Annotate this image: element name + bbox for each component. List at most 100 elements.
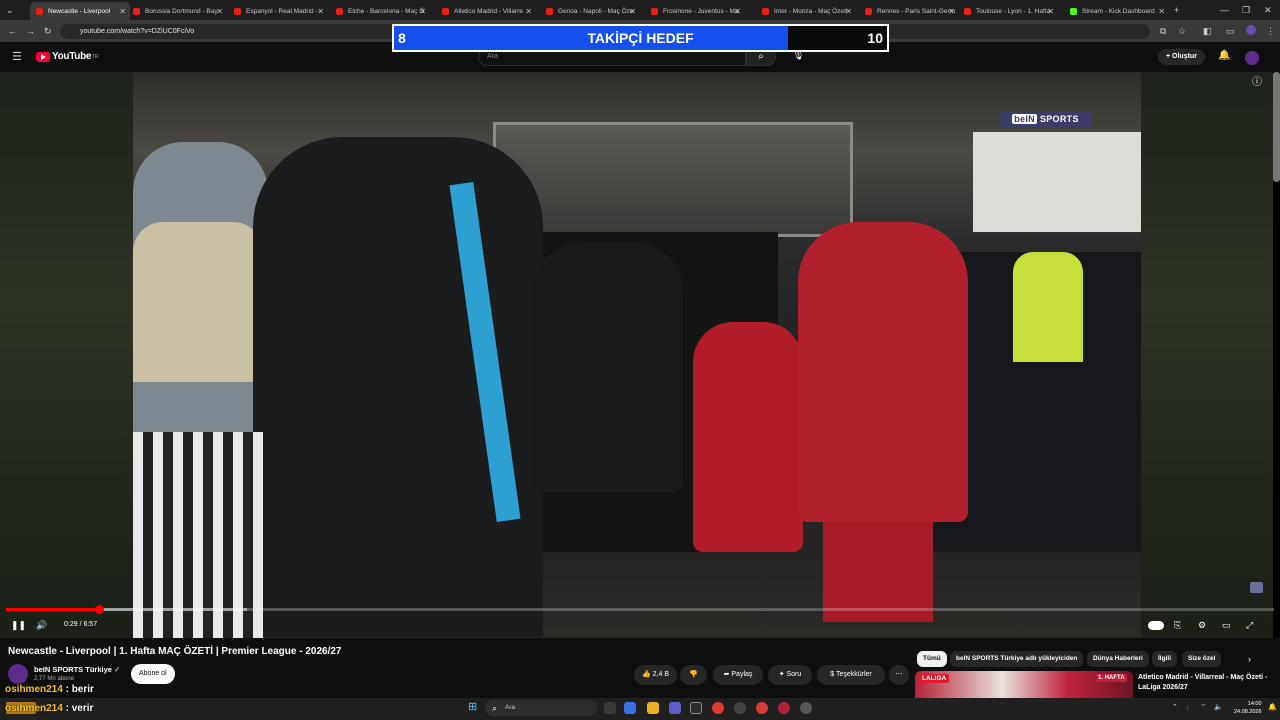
taskbar-clock[interactable]: 14:00 24.08.2026 <box>1234 700 1262 716</box>
close-tab-icon[interactable]: ✕ <box>845 7 852 16</box>
subscribe-button[interactable]: Abone ol <box>131 664 175 684</box>
microphone-icon[interactable]: 🎙 <box>792 51 805 61</box>
close-tab-icon[interactable]: ✕ <box>629 7 636 16</box>
reload-icon[interactable]: ↻ <box>44 26 52 36</box>
create-button[interactable]: + Oluştur <box>1158 49 1205 65</box>
browser-tab[interactable]: Stream - Kick Dashboard ✕ <box>1064 2 1169 20</box>
thumbs-down-icon: 👎 <box>689 671 698 678</box>
more-actions-button[interactable]: ⋯ <box>889 665 909 685</box>
close-tab-icon[interactable]: ✕ <box>419 7 426 16</box>
volume-icon[interactable]: 🔊 <box>36 619 47 631</box>
close-tab-icon[interactable]: ✕ <box>317 7 324 16</box>
app-red-icon[interactable] <box>778 702 790 714</box>
taskbar-search[interactable]: Ara <box>485 700 597 716</box>
bookmark-star-icon[interactable]: ☆ <box>1178 26 1186 36</box>
store-icon[interactable] <box>669 702 681 714</box>
close-window-button[interactable]: ✕ <box>1264 5 1272 15</box>
week-badge: 1. HAFTA <box>1096 674 1127 682</box>
steward <box>133 222 263 382</box>
youtube-logo[interactable]: YouTube TR <box>36 51 99 62</box>
autoplay-toggle[interactable] <box>1148 621 1164 630</box>
pause-icon[interactable]: ❚❚ <box>11 619 26 631</box>
fullscreen-icon[interactable]: ⤢ <box>1246 619 1253 631</box>
like-button[interactable]: 👍 2,4 B <box>634 665 677 685</box>
obs-icon[interactable] <box>690 702 702 714</box>
chip-all[interactable]: Tümü <box>917 651 947 667</box>
sparkle-icon: ✦ <box>778 671 787 678</box>
close-tab-icon[interactable]: ✕ <box>525 7 532 16</box>
thanks-button[interactable]: $ Teşekkürler <box>817 665 885 685</box>
file-explorer-icon[interactable] <box>647 702 659 714</box>
video-frame[interactable] <box>133 72 1141 638</box>
browser-tab[interactable]: Elche - Barcelona - Maç Ö ✕ <box>330 2 430 20</box>
browser-tab[interactable]: Borussia Dortmund - Bay ✕ <box>127 2 227 20</box>
speaker-icon[interactable]: 🔈 <box>1214 703 1223 713</box>
notifications-bell-icon[interactable]: 🔔 <box>1218 51 1230 61</box>
close-tab-icon[interactable]: ✕ <box>948 7 955 16</box>
close-tab-icon[interactable]: ✕ <box>1158 7 1165 16</box>
chip-world-news[interactable]: Dünya Haberleri <box>1087 651 1149 667</box>
extensions-icon[interactable]: ◧ <box>1203 26 1212 36</box>
tab-search-icon[interactable]: ⌄ <box>6 5 14 15</box>
close-tab-icon[interactable]: ✕ <box>119 7 126 16</box>
chevron-right-icon[interactable]: › <box>1248 654 1251 664</box>
ask-button[interactable]: ✦ Soru <box>768 665 812 685</box>
system-tray-chevron-icon[interactable]: ⌃ <box>1172 703 1178 713</box>
browser-tab[interactable]: Inter - Monza - Maç Özeti ✕ <box>756 2 856 20</box>
browser-tab[interactable]: Newcastle - Liverpool ✕ <box>30 2 130 20</box>
minimize-button[interactable]: — <box>1220 5 1229 15</box>
chip-for-you[interactable]: Size özel <box>1182 651 1222 667</box>
recommended-title[interactable]: Atletico Madrid - Villarreal - Maç Özeti… <box>1138 673 1273 693</box>
channel-name[interactable]: beIN SPORTS Türkiye ✓ <box>34 665 120 674</box>
video-progress-bar[interactable] <box>6 605 1274 614</box>
profile-avatar[interactable] <box>1246 25 1256 35</box>
download-icon[interactable]: ↓ <box>1186 703 1190 713</box>
network-icon[interactable]: ⌔ <box>1200 703 1207 713</box>
settings-gear-icon[interactable]: ⚙ <box>1198 619 1206 631</box>
windows-taskbar <box>0 698 1280 720</box>
notification-center-icon[interactable]: 🔔 <box>1268 703 1277 713</box>
search-icon: ⌕ <box>758 51 764 62</box>
media-player-icon[interactable] <box>800 702 812 714</box>
tab-label: Rennes - Paris Saint-Germ <box>877 7 956 15</box>
task-view-icon[interactable] <box>604 702 616 714</box>
chip-related[interactable]: İlgili <box>1152 651 1177 667</box>
browser-tab[interactable]: Espanyol - Real Madrid - ✕ <box>228 2 328 20</box>
close-tab-icon[interactable]: ✕ <box>734 7 741 16</box>
theater-mode-icon[interactable]: ▭ <box>1222 619 1231 631</box>
split-icon[interactable]: ▭ <box>1226 26 1235 36</box>
chrome-icon[interactable] <box>712 702 724 714</box>
chrome-active-icon[interactable] <box>756 702 768 714</box>
browser-tab[interactable]: Toulouse - Lyon - 1. Hafta ✕ <box>958 2 1058 20</box>
subtitles-icon[interactable]: ⎘ <box>1174 619 1181 631</box>
forward-icon[interactable]: → <box>26 26 35 36</box>
install-icon[interactable]: ⧉ <box>1160 26 1166 36</box>
dislike-button[interactable]: 👎 <box>680 665 707 685</box>
browser-tab[interactable]: Genoa - Napoli - Maç Öze ✕ <box>540 2 640 20</box>
back-icon[interactable]: ← <box>8 26 17 36</box>
new-tab-button[interactable]: + <box>1174 5 1179 15</box>
account-avatar[interactable] <box>1245 51 1259 65</box>
scrubber-handle[interactable] <box>94 605 104 614</box>
share-button[interactable]: ➦ Paylaş <box>713 665 763 685</box>
close-tab-icon[interactable]: ✕ <box>1047 7 1054 16</box>
edge-icon[interactable] <box>624 702 636 714</box>
channel-avatar[interactable] <box>8 664 28 684</box>
played-bar <box>6 608 99 611</box>
youtube-favicon-icon <box>546 7 553 15</box>
maximize-button[interactable]: ❐ <box>1242 5 1250 15</box>
info-icon[interactable]: ⓘ <box>1252 78 1262 88</box>
browser-menu-icon[interactable]: ⋮ <box>1266 26 1275 36</box>
windows-start-icon[interactable]: ⊞ <box>468 702 477 713</box>
liverpool-player-legs <box>823 522 933 622</box>
browser-tab[interactable]: Frosinone - Juventus - Ma ✕ <box>645 2 745 20</box>
hamburger-menu-icon[interactable]: ☰ <box>12 52 22 63</box>
close-tab-icon[interactable]: ✕ <box>216 7 223 16</box>
app-icon[interactable] <box>734 702 746 714</box>
channel-watermark-icon[interactable] <box>1250 582 1263 593</box>
page-scrollbar[interactable] <box>1273 72 1280 182</box>
browser-tab[interactable]: Atletico Madrid - Villarre ✕ <box>436 2 536 20</box>
browser-tab[interactable]: Rennes - Paris Saint-Germ ✕ <box>859 2 959 20</box>
chip-from-uploader[interactable]: beIN SPORTS Türkiye adlı yükleyiciden <box>950 651 1084 667</box>
tab-label: Inter - Monza - Maç Özeti <box>774 7 848 15</box>
